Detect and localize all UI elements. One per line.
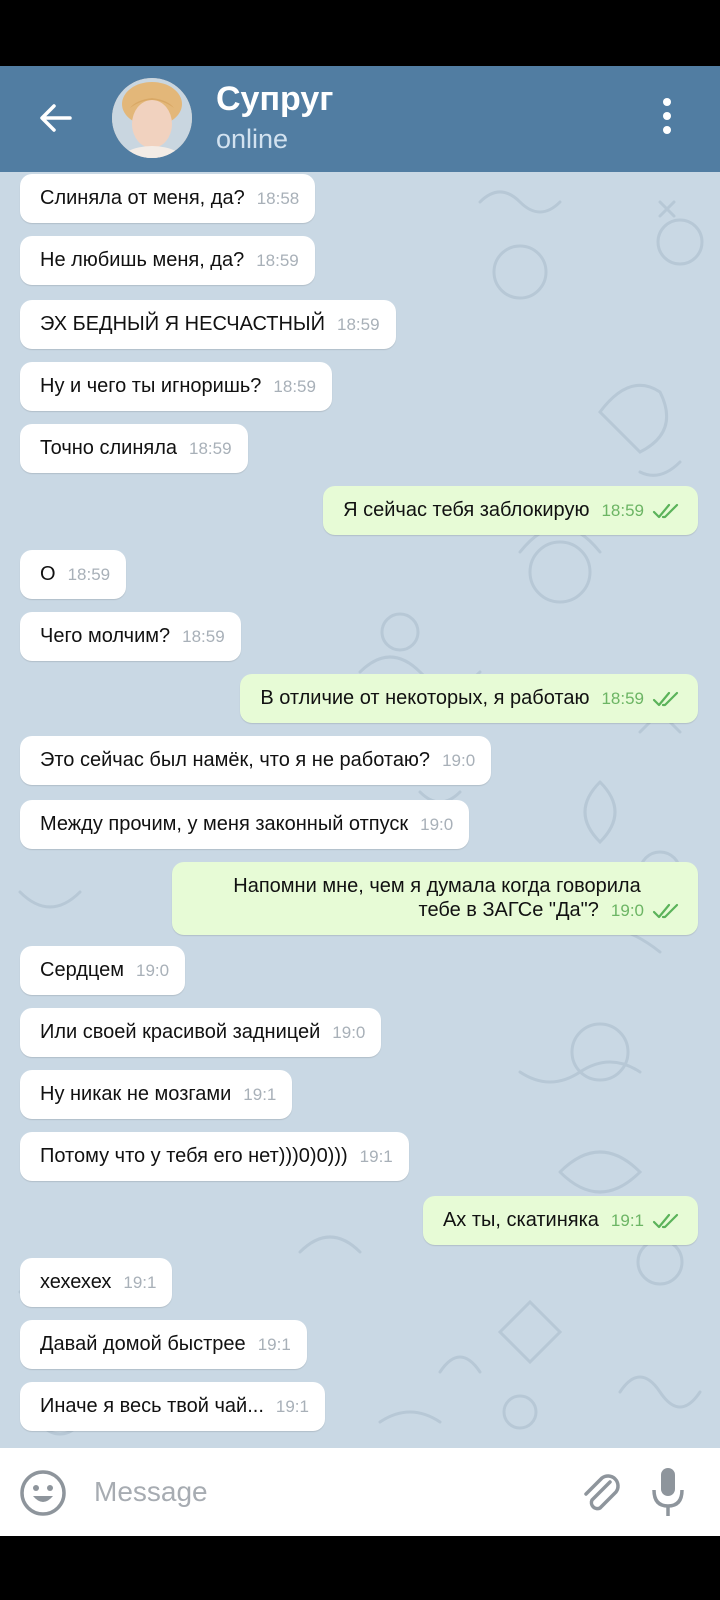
message-time: 19:0 (442, 751, 476, 770)
message-time: 18:59 (182, 627, 225, 646)
message-text: Сердцем (40, 959, 125, 981)
incoming-message-bubble[interactable]: Чего молчим? 18:59 (20, 612, 241, 661)
message-text: Иначе я весь твой чай... (40, 1395, 264, 1417)
read-receipt-icon (652, 691, 679, 706)
message-text: Ну и чего ты игноришь? (40, 375, 262, 397)
incoming-message-bubble[interactable]: Сердцем 19:0 (20, 946, 186, 995)
message-time: 19:1 (123, 1273, 157, 1292)
message-text: Давай домой быстрее (40, 1333, 246, 1355)
message-time: 19:1 (257, 1335, 291, 1354)
message-time: 19:1 (275, 1397, 309, 1416)
read-receipt-icon (652, 1213, 679, 1228)
avatar[interactable] (112, 78, 192, 158)
message-time: 19:0 (332, 1023, 366, 1042)
attach-icon[interactable] (576, 1468, 624, 1516)
back-arrow-icon[interactable] (36, 98, 76, 138)
message-time: 19:1 (359, 1147, 393, 1166)
emoji-icon[interactable] (18, 1468, 68, 1518)
message-text: Потому что у тебя его нет)))0)0))) (40, 1145, 348, 1167)
message-text: Ах ты, скатиняка (442, 1209, 599, 1231)
outgoing-message-bubble[interactable]: Напомни мне, чем я думала когда говорила… (172, 862, 698, 935)
microphone-icon[interactable] (650, 1466, 686, 1518)
chat-status: online (216, 124, 289, 154)
outgoing-message-bubble[interactable]: Ах ты, скатиняка 19:1 (422, 1196, 698, 1245)
incoming-message-bubble[interactable]: О 18:59 (20, 550, 127, 599)
incoming-message-bubble[interactable]: Слиняла от меня, да? 18:58 (20, 174, 316, 223)
chat-title: Супруг (216, 80, 334, 118)
more-menu-icon[interactable] (662, 98, 672, 138)
message-time: 19:0 (136, 961, 170, 980)
chat-header: Супруг online (0, 66, 720, 172)
incoming-message-bubble[interactable]: Ну и чего ты игноришь? 18:59 (20, 362, 332, 411)
message-time: 18:59 (601, 501, 644, 520)
incoming-message-bubble[interactable]: ЭХ БЕДНЫЙ Я НЕСЧАСТНЫЙ 18:59 (20, 300, 396, 349)
message-text: Чего молчим? (40, 625, 171, 647)
message-time: 19:0 (610, 901, 644, 920)
read-receipt-icon (652, 903, 679, 918)
message-text: Это сейчас был намёк, что я не работаю? (40, 749, 431, 771)
message-time: 18:59 (256, 251, 299, 270)
incoming-message-bubble[interactable]: Или своей красивой задницей 19:0 (20, 1008, 382, 1057)
message-text: Я сейчас тебя заблокирую (343, 499, 590, 521)
status-bar (0, 0, 720, 66)
message-time: 18:59 (337, 315, 380, 334)
message-text: В отличие от некоторых, я работаю (260, 687, 590, 709)
message-time: 18:58 (256, 189, 300, 208)
incoming-message-bubble[interactable]: Не любишь меня, да? 18:59 (20, 236, 315, 285)
outgoing-message-bubble[interactable]: Я сейчас тебя заблокирую 18:59 (323, 486, 698, 535)
message-text: Точно слиняла (40, 437, 177, 459)
incoming-message-bubble[interactable]: Ну никак не мозгами 19:1 (20, 1070, 293, 1119)
message-text: хехехех (40, 1271, 112, 1293)
message-text: Не любишь меня, да? (40, 249, 245, 271)
system-nav-bar (0, 1536, 720, 1600)
message-text: Слиняла от меня, да? (40, 187, 245, 209)
message-text: Или своей красивой задницей (40, 1021, 321, 1043)
incoming-message-bubble[interactable]: Давай домой быстрее 19:1 (20, 1320, 307, 1369)
message-text: Ну никак не мозгами (40, 1083, 232, 1105)
message-time: 18:59 (189, 439, 232, 458)
message-input[interactable]: Message (94, 1476, 208, 1508)
message-text: О (40, 563, 56, 585)
message-time: 19:0 (420, 815, 454, 834)
message-text: Напомни мне, чем я думала когда говорила (233, 875, 641, 897)
incoming-message-bubble[interactable]: Точно слиняла 18:59 (20, 424, 248, 473)
incoming-message-bubble[interactable]: Потому что у тебя его нет)))0)0))) 19:1 (20, 1132, 409, 1181)
message-composer: Message (0, 1448, 720, 1536)
incoming-message-bubble[interactable]: Иначе я весь твой чай... 19:1 (20, 1382, 325, 1431)
outgoing-message-bubble[interactable]: В отличие от некоторых, я работаю 18:59 (240, 674, 698, 723)
message-time: 18:59 (67, 565, 111, 584)
incoming-message-bubble[interactable]: хехехех 19:1 (20, 1258, 173, 1307)
message-time: 18:59 (601, 689, 644, 708)
incoming-message-bubble[interactable]: Между прочим, у меня законный отпуск 19:0 (20, 800, 470, 849)
message-time: 18:59 (273, 377, 316, 396)
message-text: ЭХ БЕДНЫЙ Я НЕСЧАСТНЫЙ (40, 313, 325, 335)
message-text: тебе в ЗАГСе "Да"? (418, 899, 599, 921)
incoming-message-bubble[interactable]: Это сейчас был намёк, что я не работаю? 1… (20, 736, 492, 785)
message-time: 19:1 (243, 1085, 277, 1104)
read-receipt-icon (652, 503, 679, 518)
chat-area[interactable]: Слиняла от меня, да? 18:58 Не любишь меня,… (0, 172, 720, 1448)
message-time: 19:1 (610, 1211, 644, 1230)
message-text: Между прочим, у меня законный отпуск (40, 813, 409, 835)
